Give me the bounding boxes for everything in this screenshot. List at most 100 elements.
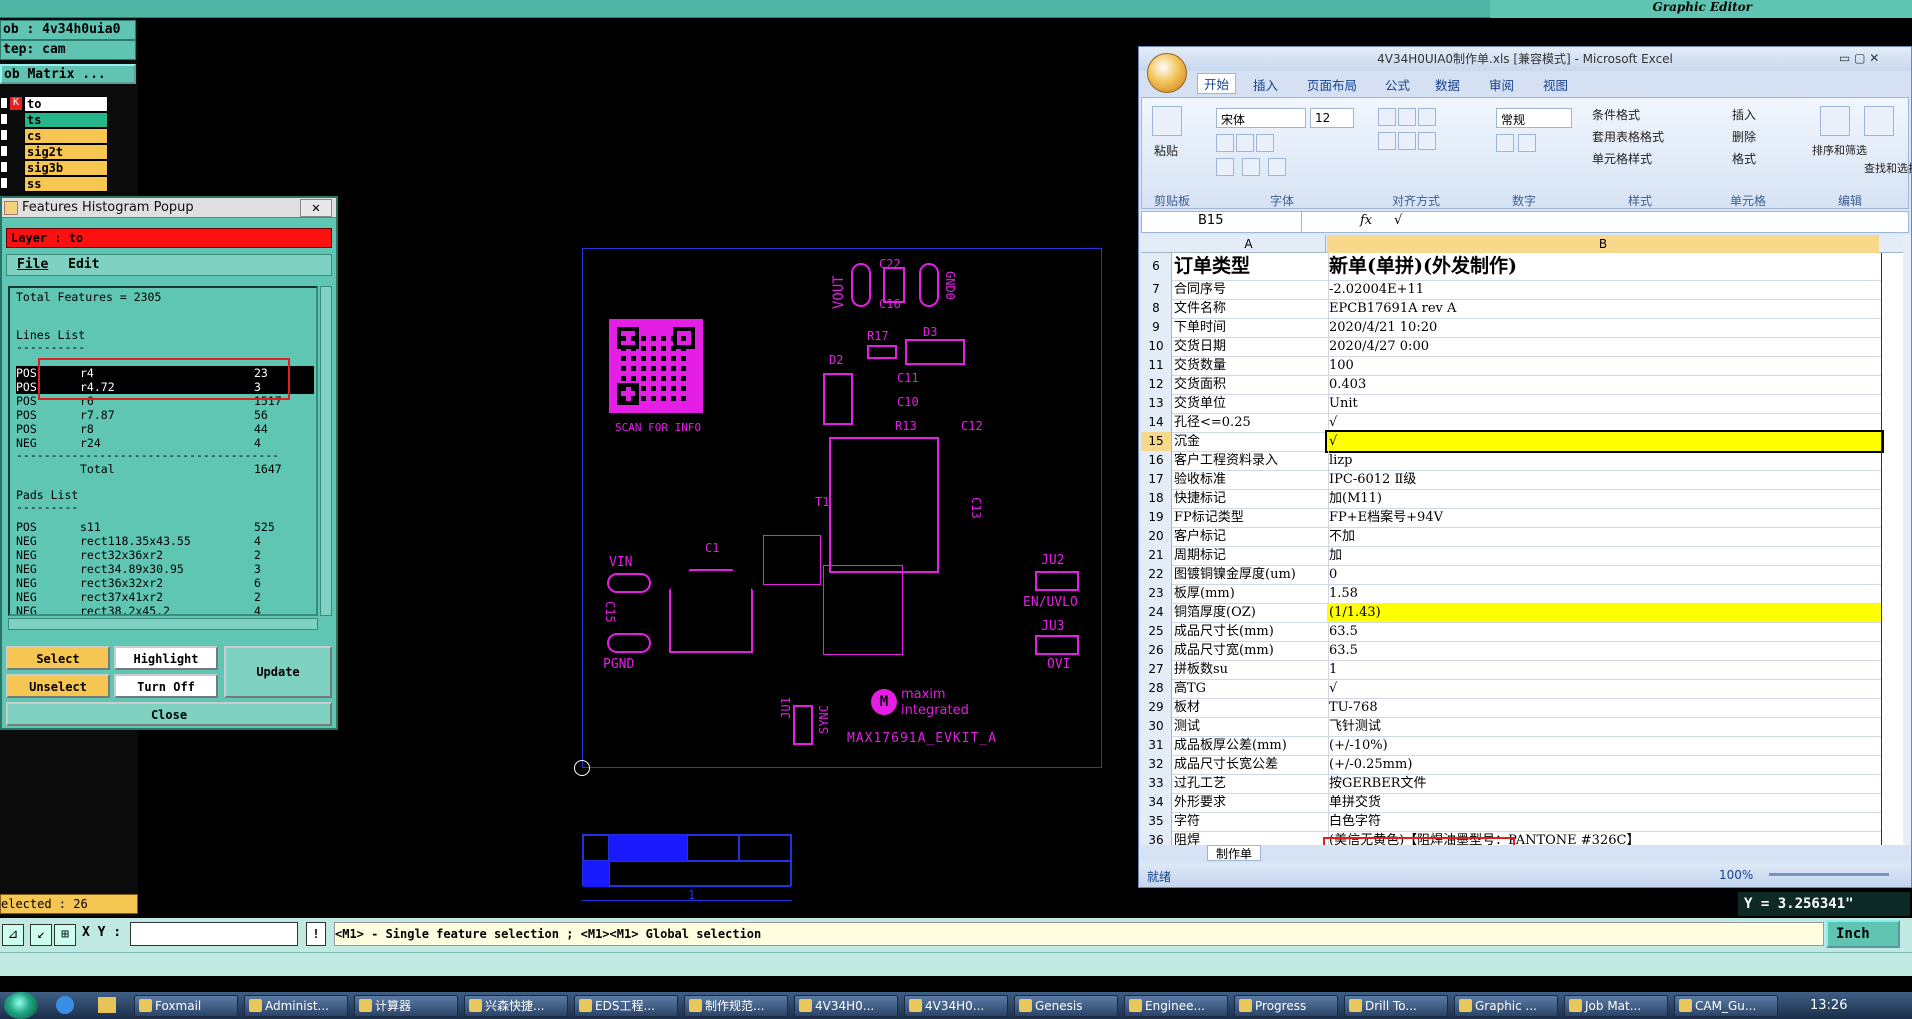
close-button[interactable]: Close bbox=[6, 702, 332, 726]
cell-b[interactable]: IPC-6012 Ⅱ级 bbox=[1327, 470, 1882, 489]
table-row[interactable]: 14 孔径<=0.25 √ bbox=[1141, 413, 1882, 433]
horizontal-scrollbar[interactable] bbox=[8, 618, 318, 630]
cell-b[interactable]: 0.403 bbox=[1327, 375, 1882, 394]
row-number[interactable]: 35 bbox=[1141, 812, 1172, 831]
taskbar-item[interactable]: Genesis bbox=[1014, 995, 1118, 1017]
cell-b[interactable]: 白色字符 bbox=[1327, 812, 1882, 831]
taskbar-item[interactable]: 制作规范... bbox=[684, 995, 788, 1017]
row-number[interactable]: 18 bbox=[1141, 489, 1172, 508]
update-button[interactable]: Update bbox=[224, 646, 332, 698]
table-row[interactable]: 23 板厚(mm) 1.58 bbox=[1141, 584, 1882, 604]
cell-a[interactable]: 文件名称 bbox=[1172, 299, 1329, 318]
tab-page-layout[interactable]: 页面布局 bbox=[1307, 75, 1357, 94]
cell-a[interactable]: 外形要求 bbox=[1172, 793, 1329, 812]
table-row[interactable]: 25 成品尺寸长(mm) 63.5 bbox=[1141, 622, 1882, 642]
cell-b[interactable]: 0 bbox=[1327, 565, 1882, 584]
table-row[interactable]: 20 客户标记 不加 bbox=[1141, 527, 1882, 547]
layer-checkbox[interactable] bbox=[0, 113, 8, 125]
table-row[interactable]: 32 成品尺寸长宽公差 (+/-0.25mm) bbox=[1141, 755, 1882, 775]
table-row[interactable]: 16 客户工程资料录入 lizp bbox=[1141, 451, 1882, 471]
layer-checkbox[interactable] bbox=[0, 145, 8, 157]
cell-a[interactable]: 阻焊 bbox=[1172, 831, 1329, 845]
italic-icon[interactable] bbox=[1236, 134, 1254, 152]
cell-b[interactable]: 1.58 bbox=[1327, 584, 1882, 603]
cell-a[interactable]: 字符 bbox=[1172, 812, 1329, 831]
cell-a[interactable]: 成品尺寸宽(mm) bbox=[1172, 641, 1329, 660]
sheet-tab[interactable]: 制作单 bbox=[1207, 845, 1262, 861]
row-number[interactable]: 8 bbox=[1141, 299, 1172, 318]
cell-b[interactable]: (+/-10%) bbox=[1327, 736, 1882, 755]
conditional-format-button[interactable]: 条件格式 bbox=[1592, 106, 1640, 123]
cell-a[interactable]: 板材 bbox=[1172, 698, 1329, 717]
layer-row[interactable]: cs bbox=[0, 128, 110, 144]
cell-a[interactable]: 高TG bbox=[1172, 679, 1329, 698]
cell-a[interactable]: 成品尺寸长(mm) bbox=[1172, 622, 1329, 641]
font-color-icon[interactable] bbox=[1268, 158, 1286, 176]
explorer-icon[interactable] bbox=[98, 997, 116, 1013]
cell-b[interactable]: 加(M11) bbox=[1327, 489, 1882, 508]
row-number[interactable]: 6 bbox=[1141, 253, 1172, 280]
layer-checkbox[interactable] bbox=[0, 161, 8, 173]
cell-a[interactable]: 板厚(mm) bbox=[1172, 584, 1329, 603]
row-number[interactable]: 28 bbox=[1141, 679, 1172, 698]
table-row[interactable]: 19 FP标记类型 FP+E档案号+94V bbox=[1141, 508, 1882, 528]
align-top-icon[interactable] bbox=[1378, 108, 1396, 126]
table-row[interactable]: 31 成品板厚公差(mm) (+/-10%) bbox=[1141, 736, 1882, 756]
cell-b[interactable]: 1 bbox=[1327, 660, 1882, 679]
row-number[interactable]: 32 bbox=[1141, 755, 1172, 774]
cell-b[interactable]: 63.5 bbox=[1327, 641, 1882, 660]
border-icon[interactable] bbox=[1216, 158, 1234, 176]
layer-row[interactable]: ts bbox=[0, 112, 110, 128]
layer-row[interactable]: sig2t bbox=[0, 144, 110, 160]
cell-a[interactable]: 验收标准 bbox=[1172, 470, 1329, 489]
column-header-a[interactable]: A bbox=[1172, 235, 1326, 253]
row-number[interactable]: 33 bbox=[1141, 774, 1172, 793]
cell-a[interactable]: 合同序号 bbox=[1172, 280, 1329, 299]
layer-row[interactable]: ss bbox=[0, 176, 110, 192]
row-number[interactable]: 12 bbox=[1141, 375, 1172, 394]
table-row[interactable]: 6 订单类型 新单(单拼)(外发制作) bbox=[1141, 253, 1882, 281]
row-number[interactable]: 17 bbox=[1141, 470, 1172, 489]
fx-icon[interactable]: fx bbox=[1360, 213, 1372, 228]
cell-a[interactable]: 快捷标记 bbox=[1172, 489, 1329, 508]
taskbar-item[interactable]: EDS工程... bbox=[574, 995, 678, 1017]
layer-row[interactable]: K to bbox=[0, 96, 110, 112]
undo-icon[interactable]: ⊿ bbox=[2, 924, 24, 946]
number-format-select[interactable]: 常规 bbox=[1496, 108, 1572, 128]
cell-b[interactable]: 加 bbox=[1327, 546, 1882, 565]
tab-home[interactable]: 开始 bbox=[1197, 73, 1237, 94]
layer-checkbox[interactable] bbox=[0, 97, 8, 109]
cell-a[interactable]: 拼板数su bbox=[1172, 660, 1329, 679]
grid-icon[interactable]: ⊞ bbox=[54, 924, 76, 946]
cell-b[interactable]: 按GERBER文件 bbox=[1327, 774, 1882, 793]
row-number[interactable]: 11 bbox=[1141, 356, 1172, 375]
unselect-button[interactable]: Unselect bbox=[6, 674, 110, 698]
cell-b[interactable]: FP+E档案号+94V bbox=[1327, 508, 1882, 527]
cell-b[interactable]: TU-768 bbox=[1327, 698, 1882, 717]
taskbar-item[interactable]: 4V34H0... bbox=[904, 995, 1008, 1017]
menu-edit[interactable]: Edit bbox=[68, 257, 99, 272]
row-number[interactable]: 29 bbox=[1141, 698, 1172, 717]
delete-cells-button[interactable]: 删除 bbox=[1732, 128, 1756, 145]
row-number[interactable]: 26 bbox=[1141, 641, 1172, 660]
row-number[interactable]: 25 bbox=[1141, 622, 1172, 641]
layer-checkbox[interactable] bbox=[0, 129, 8, 141]
cell-b[interactable]: Unit bbox=[1327, 394, 1882, 413]
row-number[interactable]: 9 bbox=[1141, 318, 1172, 337]
cell-a[interactable]: 客户标记 bbox=[1172, 527, 1329, 546]
fill-color-icon[interactable] bbox=[1242, 158, 1260, 176]
spreadsheet-grid[interactable]: A B 6 订单类型 新单(单拼)(外发制作) 7 合同序号 -2.02004E+11 8 文… bbox=[1141, 235, 1903, 845]
align-center-icon[interactable] bbox=[1398, 132, 1416, 150]
cell-b[interactable]: lizp bbox=[1327, 451, 1882, 470]
zoom-slider[interactable] bbox=[1769, 873, 1889, 876]
row-number[interactable]: 10 bbox=[1141, 337, 1172, 356]
tab-review[interactable]: 审阅 bbox=[1489, 75, 1514, 94]
table-row[interactable]: 10 交货日期 2020/4/27 0:00 bbox=[1141, 337, 1882, 357]
close-icon[interactable]: ✕ bbox=[300, 199, 332, 217]
find-select-icon[interactable] bbox=[1864, 106, 1894, 136]
tab-insert[interactable]: 插入 bbox=[1253, 75, 1278, 94]
table-row[interactable]: 15 沉金 √ bbox=[1141, 430, 1884, 453]
row-number[interactable]: 31 bbox=[1141, 736, 1172, 755]
row-number[interactable]: 13 bbox=[1141, 394, 1172, 413]
row-number[interactable]: 16 bbox=[1141, 451, 1172, 470]
